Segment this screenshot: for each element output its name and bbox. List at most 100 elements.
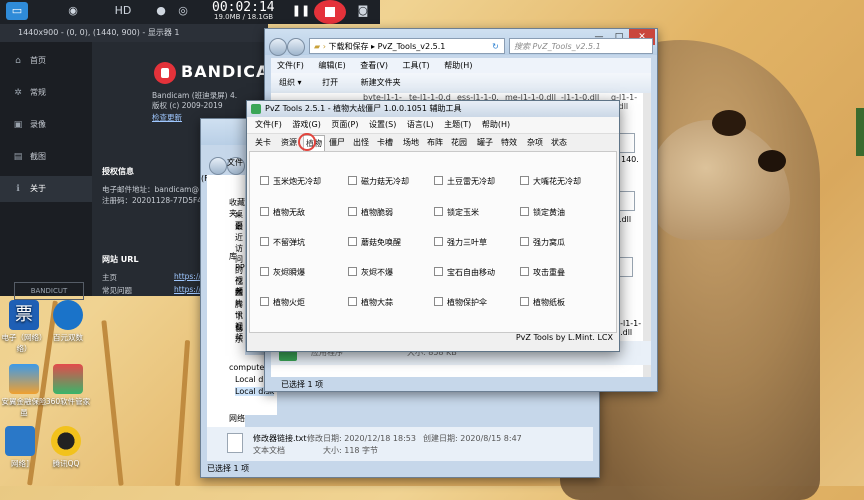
check-update-link[interactable]: 检查更新 [152,112,182,123]
tab-effects[interactable]: 特效 [501,135,517,150]
checkbox-icon [434,297,443,306]
menu-item-tools[interactable]: 工具(T) [403,61,430,70]
checkbox-icon [434,176,443,185]
nav-item[interactable]: 音乐 [235,323,245,345]
details-created: 创建日期: 2020/8/15 8:47 [423,434,522,443]
menu-item-page[interactable]: 页面(P) [331,120,358,129]
sidebar-item-screenshot[interactable]: ▤ 截图 [0,144,92,170]
menu-item-file[interactable]: 文件(F) [277,61,304,70]
tab-spawn[interactable]: 出怪 [353,135,369,150]
option-checkbox[interactable]: 植物大蒜 [348,297,393,308]
option-checkbox[interactable]: 植物无敌 [260,207,305,218]
checkbox-icon [348,267,357,276]
menu-item-help[interactable]: 帮助(H) [482,120,510,129]
tab-status[interactable]: 状态 [551,135,567,150]
file-item[interactable]: 140. [621,155,639,164]
monitor-icon[interactable]: ▭ [6,2,28,20]
sidebar-item-home[interactable]: ⌂ 首页 [0,48,92,74]
sidebar-item-general[interactable]: ✲ 常规 [0,80,92,106]
option-checkbox[interactable]: 蘑菇免唤醒 [348,237,401,248]
new-folder-button[interactable]: 新建文件夹 [361,78,401,87]
stop-icon[interactable] [314,0,346,24]
sidebar-item-about[interactable]: ℹ 关于 [0,176,92,202]
option-checkbox[interactable]: 不留弹坑 [260,237,305,248]
checkbox-icon [434,237,443,246]
license-heading: 授权信息 [102,167,134,176]
tab-vase[interactable]: 罐子 [477,135,493,150]
tab-field[interactable]: 场地 [403,135,419,150]
menu-item-game[interactable]: 游戏(G) [292,120,320,129]
option-checkbox[interactable]: 锁定黄油 [520,207,565,218]
faq-url-link[interactable]: https:// [174,285,201,294]
option-checkbox[interactable]: 植物保护伞 [434,297,487,308]
camera-icon[interactable]: ◙ [352,2,374,20]
option-checkbox[interactable]: 锁定玉米 [434,207,479,218]
menu-item-language[interactable]: 语言(L) [407,120,434,129]
home-url-link[interactable]: https:// [174,272,201,281]
menu-item-file[interactable]: 文件(F) [255,120,282,129]
desktop-icon-360[interactable]: 360软件管家 [38,364,98,407]
forward-button[interactable] [287,38,305,56]
option-checkbox[interactable]: 植物火炬 [260,297,305,308]
open-button[interactable]: 打开 [322,78,338,87]
option-label: 蘑菇免唤醒 [361,238,401,247]
menu-item-edit[interactable]: 编辑(E) [318,61,345,70]
tab-zombies[interactable]: 僵尸 [329,135,345,150]
menu-item-settings[interactable]: 设置(S) [369,120,396,129]
breadcrumb[interactable]: PvZ_Tools_v2.5.1 [378,42,446,51]
breadcrumb[interactable]: 下载和保存 [328,42,368,51]
option-checkbox[interactable]: 植物脆弱 [348,207,393,218]
nav-item[interactable]: 库 [229,251,237,262]
checkbox-icon [520,267,529,276]
option-checkbox[interactable]: 大嘴花无冷却 [520,176,581,187]
option-checkbox[interactable]: 强力三叶草 [434,237,487,248]
status-bar: 已选择 1 项 [207,464,250,473]
option-checkbox[interactable]: 宝石自由移动 [434,267,495,278]
desktop-icon-sync[interactable]: 百元双数 [38,300,98,343]
option-checkbox[interactable]: 攻击重叠 [520,267,565,278]
nav-item[interactable]: PP [235,263,245,272]
address-bar[interactable]: ▰ › 下载和保存 ▸ PvZ_Tools_v2.5.1 [309,38,503,54]
checkbox-icon [348,176,357,185]
option-checkbox[interactable]: 植物纸板 [520,297,565,308]
file-item[interactable]: .dll [619,215,631,224]
bandicut-button[interactable]: BANDICUT [14,282,84,300]
copyright-text: 版权 (c) 2009-2019 [152,101,223,110]
back-button[interactable] [269,38,287,56]
desktop-icon-label: 络） [16,344,32,353]
option-checkbox[interactable]: 土豆雷无冷却 [434,176,495,187]
refresh-icon[interactable]: ↻ [487,38,505,54]
option-label: 植物火炬 [273,298,305,307]
option-checkbox[interactable]: 灰烬不爆 [348,267,393,278]
scrollbar[interactable] [643,93,651,377]
tab-resource[interactable]: 资源 [281,135,297,150]
pause-icon[interactable]: ❚❚ [290,2,312,20]
folder-icon: ▰ › [314,42,326,51]
home-label: 主页 [102,273,117,282]
organize-button[interactable]: 组织 ▾ [279,78,302,87]
mic-icon[interactable]: ● [150,2,172,20]
gamepad-icon[interactable]: ◉ [62,2,84,20]
option-checkbox[interactable]: 强力窝瓜 [520,237,565,248]
option-checkbox[interactable]: 玉米炮无冷却 [260,176,321,187]
menu-item-help[interactable]: 帮助(H) [444,61,472,70]
tab-level[interactable]: 关卡 [255,135,271,150]
tab-garden[interactable]: 花园 [451,135,467,150]
option-checkbox[interactable]: 灰烬瞬爆 [260,267,305,278]
tab-slots[interactable]: 卡槽 [377,135,393,150]
sidebar-item-video[interactable]: ▣ 录像 [0,112,92,138]
hdmi-icon[interactable]: HD [112,2,134,20]
nav-item[interactable]: 网络 [229,413,245,424]
search-input[interactable]: 搜索 PvZ_Tools_v2.5.1 [509,38,653,54]
tab-misc[interactable]: 杂项 [527,135,543,150]
tab-lineup[interactable]: 布阵 [427,135,443,150]
nav-item[interactable]: computer [229,363,268,372]
checkbox-icon [260,237,269,246]
checkbox-icon [434,267,443,276]
webcam-icon[interactable]: ◎ [172,2,194,20]
option-checkbox[interactable]: 磁力菇无冷却 [348,176,409,187]
menu-item-theme[interactable]: 主题(T) [444,120,471,129]
checkbox-icon [520,176,529,185]
menu-item-view[interactable]: 查看(V) [360,61,388,70]
desktop-icon-qq[interactable]: 腾讯QQ [36,426,96,469]
